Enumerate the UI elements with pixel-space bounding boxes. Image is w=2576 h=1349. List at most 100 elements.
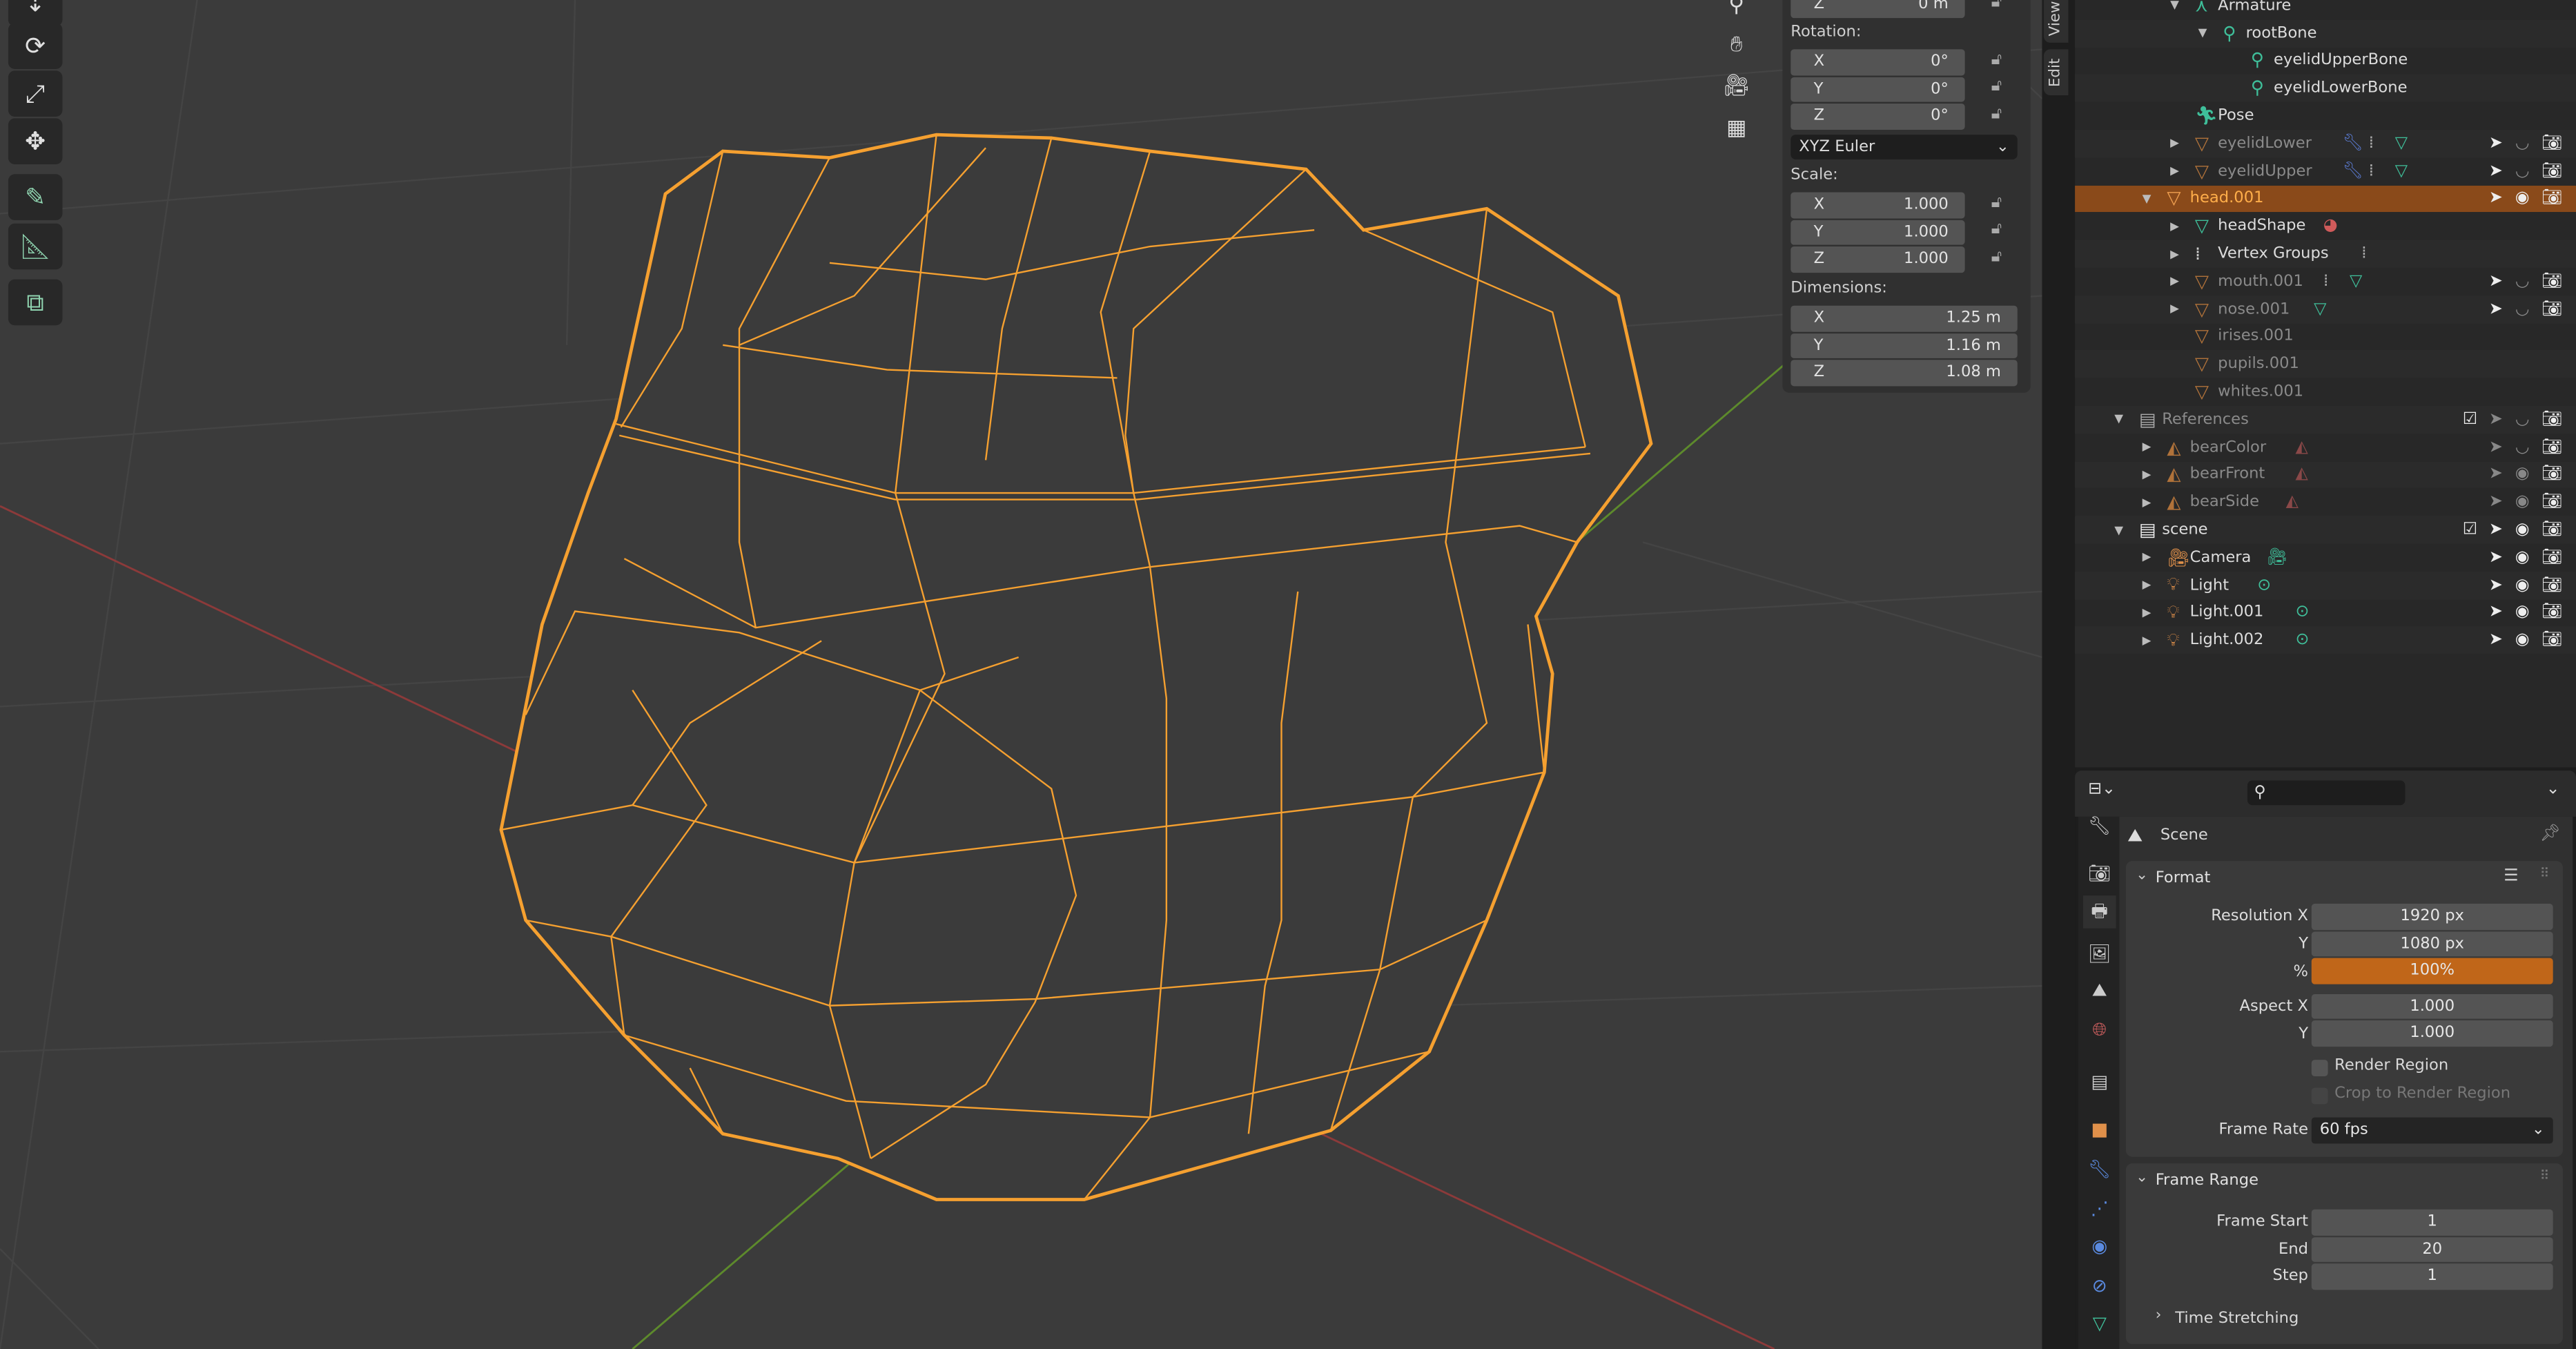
outliner-row-whites-001[interactable]: ▽ whites.001 <box>2075 378 2576 406</box>
eye-visible-icon[interactable]: ◉ <box>2515 190 2530 208</box>
resolution-x-field[interactable]: 1920 px <box>2311 904 2553 929</box>
add-cube-tool[interactable]: ⧉ <box>8 279 63 326</box>
camera-render-icon[interactable]: 📷︎ <box>2541 273 2562 291</box>
properties-tab-scene[interactable]: ⛰︎ <box>2083 974 2116 1007</box>
select-toggle-icon[interactable]: ➤ <box>2489 438 2503 456</box>
select-toggle-icon[interactable]: ➤ <box>2489 604 2503 622</box>
editor-type-button[interactable]: ⊟⌄ <box>2088 781 2127 807</box>
properties-tab-output[interactable]: 🖶 <box>2082 895 2116 929</box>
eye-hidden-icon[interactable]: ◡ <box>2515 273 2530 291</box>
mesh-data-icon[interactable]: ▽ <box>2350 273 2362 291</box>
vertex-groups-icon[interactable]: ⁞ <box>2361 245 2367 263</box>
camera-render-icon[interactable]: 📷︎ <box>2541 521 2562 539</box>
outliner-row-head-001[interactable]: ▼ ▽ head.001 ➤ ◉ 📷︎ <box>2075 184 2576 213</box>
lock-icon[interactable]: 🔓︎ <box>1991 194 2002 212</box>
image-icon[interactable]: ◭ <box>2295 438 2307 456</box>
eye-visible-icon[interactable]: ◉ <box>2515 466 2530 484</box>
camera-render-icon[interactable]: 📷︎ <box>2541 576 2562 594</box>
collection-checkbox[interactable]: ☑ <box>2463 521 2477 539</box>
camera-render-icon[interactable]: 📷︎ <box>2541 135 2562 153</box>
expand-closed-icon[interactable]: ▶ <box>2170 247 2179 260</box>
crop-region-checkbox[interactable] <box>2311 1087 2328 1105</box>
presets-list-icon[interactable]: ☰ <box>2504 868 2518 886</box>
expand-closed-icon[interactable]: ▶ <box>2143 579 2151 592</box>
ortho-toggle-button[interactable]: ▦ <box>1717 110 1756 146</box>
camera-render-icon[interactable]: 📷︎ <box>2541 604 2562 622</box>
search-input[interactable]: ⚲ <box>2247 780 2406 806</box>
outliner-row-eyelidlower[interactable]: ▶ ▽ eyelidLower 🔧︎ ⁞ ▽ ➤ ◡ 📷︎ <box>2075 130 2576 158</box>
vertex-groups-icon[interactable]: ⁞ <box>2323 273 2329 291</box>
frame-end-field[interactable]: 20 <box>2311 1236 2553 1262</box>
image-icon[interactable]: ◭ <box>2295 466 2307 484</box>
frame-step-field[interactable]: 1 <box>2311 1263 2553 1290</box>
rotation-mode-dropdown[interactable]: XYZ Euler ⌄ <box>1790 135 2018 159</box>
expand-closed-icon[interactable]: ▶ <box>2170 220 2179 233</box>
light-data-icon[interactable]: ⊙ <box>2295 632 2309 650</box>
select-toggle-icon[interactable]: ➤ <box>2489 273 2503 291</box>
time-stretching-subpanel[interactable]: Time Stretching <box>2175 1310 2299 1328</box>
select-toggle-icon[interactable]: ➤ <box>2489 411 2503 429</box>
expand-closed-icon[interactable]: ▶ <box>2170 137 2179 150</box>
eye-hidden-icon[interactable]: ◡ <box>2515 411 2530 429</box>
outliner-row-nose-001[interactable]: ▶ ▽ nose.001 ▽ ➤ ◡ 📷︎ <box>2075 295 2576 323</box>
outliner-row-headshape[interactable]: ▶ ▽ headShape ◕ <box>2075 213 2576 240</box>
image-icon[interactable]: ◭ <box>2286 494 2299 512</box>
properties-tab-world[interactable]: 🌐︎ <box>2083 1014 2116 1047</box>
select-toggle-icon[interactable]: ➤ <box>2489 135 2503 153</box>
rotate-tool[interactable]: ⟳ <box>8 23 63 69</box>
select-toggle-icon[interactable]: ➤ <box>2489 190 2503 208</box>
expand-closed-icon[interactable]: ▶ <box>2143 551 2151 564</box>
drag-handle-icon[interactable]: ⠿ <box>2540 866 2550 880</box>
outliner-row-bearside[interactable]: ▶ ◭ bearSide ◭ ➤ ◉ 📷︎ <box>2075 489 2576 516</box>
chevron-right-icon[interactable]: › <box>2156 1308 2162 1325</box>
expand-open-icon[interactable]: ▼ <box>2114 523 2123 536</box>
measure-tool[interactable]: 📐︎ <box>8 223 63 270</box>
frame-rate-dropdown[interactable]: 60 fps ⌄ <box>2311 1117 2553 1143</box>
select-toggle-icon[interactable]: ➤ <box>2489 494 2503 512</box>
expand-closed-icon[interactable]: ▶ <box>2143 606 2151 619</box>
lock-icon[interactable]: 🔓︎ <box>1991 248 2002 266</box>
vertex-groups-icon[interactable]: ⁞ <box>2369 135 2374 153</box>
mesh-data-icon[interactable]: ▽ <box>2395 135 2408 153</box>
eye-visible-icon[interactable]: ◉ <box>2515 576 2530 594</box>
eye-visible-icon[interactable]: ◉ <box>2515 604 2530 622</box>
properties-tab-collection[interactable]: ▤ <box>2083 1065 2116 1098</box>
outliner-row-irises-001[interactable]: ▽ irises.001 <box>2075 323 2576 351</box>
camera-render-icon[interactable]: 📷︎ <box>2541 549 2562 567</box>
expand-closed-icon[interactable]: ▶ <box>2143 634 2151 647</box>
lock-icon[interactable]: 🔓︎ <box>1991 220 2002 238</box>
material-icon[interactable]: ◕ <box>2323 217 2338 235</box>
outliner-row-references[interactable]: ▼ ▤ References ☑ ➤ ◡ 📷︎ <box>2075 405 2576 434</box>
select-toggle-icon[interactable]: ➤ <box>2489 300 2503 318</box>
location-z-field[interactable]: Z 0 m <box>1790 0 1965 17</box>
render-region-checkbox[interactable] <box>2311 1060 2328 1076</box>
outliner-row-rootbone[interactable]: ▼ ⚲ rootBone <box>2075 19 2576 48</box>
outliner-row-pupils-001[interactable]: ▽ pupils.001 <box>2075 350 2576 378</box>
lock-icon[interactable]: 🔓︎ <box>1991 0 2002 12</box>
drag-handle-icon[interactable]: ⠿ <box>2540 1168 2550 1183</box>
outliner-row-eyelidupper[interactable]: ▶ ▽ eyelidUpper 🔧︎ ⁞ ▽ ➤ ◡ 📷︎ <box>2075 157 2576 185</box>
eye-hidden-icon[interactable]: ◡ <box>2515 300 2530 318</box>
aspect-x-field[interactable]: 1.000 <box>2311 993 2553 1019</box>
camera-render-icon[interactable]: 📷︎ <box>2541 190 2562 208</box>
camera-data-icon[interactable]: 🎥︎ <box>2267 549 2287 567</box>
camera-render-icon[interactable]: 📷︎ <box>2541 300 2562 318</box>
pin-icon[interactable]: 📌︎ <box>2540 825 2561 843</box>
properties-tab-data[interactable]: ▽ <box>2083 1306 2116 1339</box>
mesh-data-icon[interactable]: ▽ <box>2314 300 2326 318</box>
dimensions-y-field[interactable]: Y 1.16 m <box>1790 332 2018 358</box>
scale-tool[interactable]: ⤢ <box>8 70 63 117</box>
properties-tab-render[interactable]: 📷︎ <box>2083 856 2116 889</box>
outliner-row-light[interactable]: ▶ 💡︎ Light ⊙ ➤ ◉ 📷︎ <box>2075 571 2576 599</box>
properties-tab-particles[interactable]: ⋰ <box>2083 1192 2116 1225</box>
annotate-tool[interactable]: ✎ <box>8 174 63 220</box>
outliner-row-light-002[interactable]: ▶ 💡︎ Light.002 ⊙ ➤ ◉ 📷︎ <box>2075 626 2576 654</box>
eye-visible-icon[interactable]: ◉ <box>2515 549 2530 567</box>
outliner-row-eyelidlowerbone[interactable]: ⚲ eyelidLowerBone <box>2075 75 2576 103</box>
mesh-data-icon[interactable]: ▽ <box>2395 162 2408 180</box>
transform-tool[interactable]: ✥ <box>8 118 63 165</box>
expand-closed-icon[interactable]: ▶ <box>2170 275 2179 288</box>
select-toggle-icon[interactable]: ➤ <box>2489 521 2503 539</box>
chevron-down-icon[interactable]: ⌄ <box>2136 1170 2148 1187</box>
vertex-groups-icon[interactable]: ⁞ <box>2369 162 2374 180</box>
